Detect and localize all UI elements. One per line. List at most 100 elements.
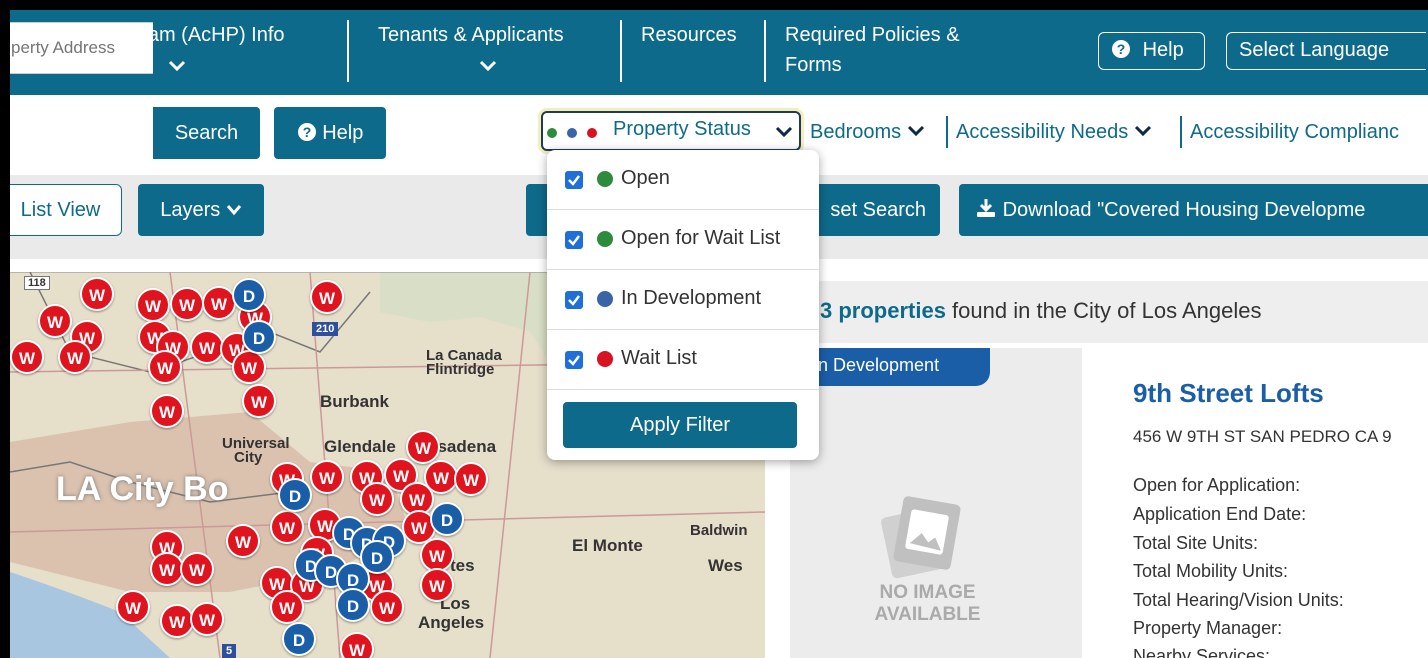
wait-list-marker[interactable]: W (360, 482, 394, 516)
map-label-baldwin: Baldwin (690, 522, 748, 539)
map-label-west: Wes (708, 556, 743, 575)
checkbox-checked[interactable] (565, 171, 583, 189)
results-count: 3 properties found in the City of Los An… (800, 281, 1428, 343)
search-button[interactable]: Search (153, 107, 260, 159)
svg-text:?: ? (302, 124, 311, 140)
no-image-text: NO IMAGE AVAILABLE (870, 582, 985, 626)
bedrooms-label: Bedrooms (810, 121, 902, 143)
development-marker[interactable]: D (278, 478, 312, 512)
dropdown-option-wait-list[interactable]: Wait List (547, 330, 819, 390)
svg-text:?: ? (1117, 41, 1126, 57)
checkbox-checked[interactable] (565, 351, 583, 369)
nav-item-tenants[interactable]: Tenants & Applicants (378, 10, 598, 95)
property-status-dropdown: Open Open for Wait List In Development W… (547, 150, 819, 460)
wait-list-marker[interactable]: W (116, 590, 150, 624)
nav-item-resources[interactable]: Resources (641, 10, 753, 95)
development-status-dot (567, 128, 577, 138)
wait-list-marker[interactable]: W (310, 460, 344, 494)
wait-list-marker[interactable]: W (454, 462, 488, 496)
field-nearby-services: Nearby Services: (1133, 646, 1271, 658)
help-label: Help (322, 122, 364, 144)
wait-list-marker[interactable]: W (136, 288, 170, 322)
reset-search-label: set Search (830, 199, 926, 221)
wait-list-marker[interactable]: W (232, 350, 266, 384)
wait-list-marker[interactable]: W (340, 632, 374, 658)
wait-list-marker[interactable]: W (420, 568, 454, 602)
development-marker[interactable]: D (282, 622, 316, 656)
development-marker[interactable]: D (232, 278, 266, 312)
wait-list-marker[interactable]: W (270, 590, 304, 624)
wait-list-marker[interactable]: W (310, 280, 344, 314)
wait-list-marker[interactable]: W (190, 330, 224, 364)
wait-list-marker[interactable]: W (150, 552, 184, 586)
results-count-number: 3 properties (820, 298, 946, 323)
wait-list-marker[interactable]: W (150, 394, 184, 428)
map-label-tes: tes (450, 556, 475, 575)
wait-list-marker[interactable]: W (10, 340, 44, 374)
wait-list-marker[interactable]: W (80, 277, 114, 311)
bedrooms-filter[interactable]: Bedrooms (810, 117, 925, 147)
wait-list-marker[interactable]: W (190, 602, 224, 636)
field-application-end-date: Application End Date: (1133, 504, 1307, 524)
wait-list-marker[interactable]: W (420, 538, 454, 572)
field-open-for-application: Open for Application: (1133, 475, 1301, 495)
question-circle-icon: ? (297, 123, 316, 141)
accessibility-compliance-label: Accessibility Complianc (1190, 121, 1399, 143)
wait-list-marker[interactable]: W (202, 286, 236, 320)
waitlist-status-dot (597, 351, 613, 367)
development-marker[interactable]: D (430, 502, 464, 536)
checkbox-checked[interactable] (565, 231, 583, 249)
map-label-glendale: Glendale (324, 437, 396, 456)
nav-item-required-policies[interactable]: Required Policies & Forms (785, 10, 1005, 95)
wait-list-marker[interactable]: W (180, 552, 214, 586)
map-label-el-monte: El Monte (572, 536, 643, 555)
dropdown-option-open-for-wait-list[interactable]: Open for Wait List (547, 210, 819, 270)
wait-list-marker[interactable]: W (370, 590, 404, 624)
wait-list-marker[interactable]: W (38, 304, 72, 338)
field-total-hearing-vision-units: Total Hearing/Vision Units: (1133, 590, 1344, 610)
nav-help-button[interactable]: ? Help (1098, 32, 1205, 70)
nav-divider (764, 20, 766, 82)
layers-button[interactable]: Layers (138, 184, 264, 236)
download-button[interactable]: Download "Covered Housing Developme (959, 184, 1428, 236)
nav-divider (347, 20, 349, 82)
language-label: Select Language (1239, 39, 1390, 61)
development-marker[interactable]: D (336, 588, 370, 622)
apply-filter-label: Apply Filter (629, 414, 731, 436)
wait-list-marker[interactable]: W (242, 384, 276, 418)
search-help-button[interactable]: ? Help (274, 107, 386, 159)
dropdown-option-open[interactable]: Open (547, 150, 819, 210)
dropdown-option-label: Open (621, 167, 670, 189)
wait-list-marker[interactable]: W (160, 604, 194, 638)
dropdown-option-in-development[interactable]: In Development (547, 270, 819, 330)
accessibility-compliance-filter[interactable]: Accessibility Complianc (1190, 117, 1399, 147)
wait-list-marker[interactable]: W (406, 430, 440, 464)
map-label-la-city-boundary: LA City Bo (56, 470, 229, 508)
map-label-angeles: Angeles (418, 613, 485, 632)
accessibility-needs-filter[interactable]: Accessibility Needs (956, 117, 1152, 147)
field-total-mobility-units: Total Mobility Units: (1133, 561, 1289, 581)
chevron-down-icon (775, 126, 793, 138)
property-title[interactable]: 9th Street Lofts (1133, 378, 1324, 409)
list-view-button[interactable]: List View (10, 184, 122, 236)
nav-item-label-line2: Forms (785, 54, 842, 76)
nav-item-label: Resources (641, 24, 737, 46)
apply-filter-button[interactable]: Apply Filter (563, 402, 797, 448)
language-select[interactable]: Select Language (1226, 32, 1426, 70)
development-marker[interactable]: D (242, 320, 276, 354)
wait-list-marker[interactable]: W (226, 524, 260, 558)
field-total-site-units: Total Site Units: (1133, 533, 1259, 553)
wait-list-marker[interactable]: W (270, 510, 304, 544)
address-search-input[interactable] (10, 22, 153, 74)
property-status-filter[interactable]: Property Status (541, 111, 801, 151)
checkbox-checked[interactable] (565, 291, 583, 309)
status-badge: n Development (790, 348, 990, 386)
filter-divider (946, 116, 948, 148)
open-wait-list-status-dot (597, 231, 613, 247)
wait-list-marker[interactable]: W (148, 350, 182, 384)
chevron-down-icon (226, 205, 241, 216)
wait-list-marker[interactable]: W (58, 340, 92, 374)
highway-shield-5: 5 (222, 644, 237, 658)
chevron-down-icon (1134, 125, 1151, 137)
wait-list-marker[interactable]: W (170, 287, 204, 321)
